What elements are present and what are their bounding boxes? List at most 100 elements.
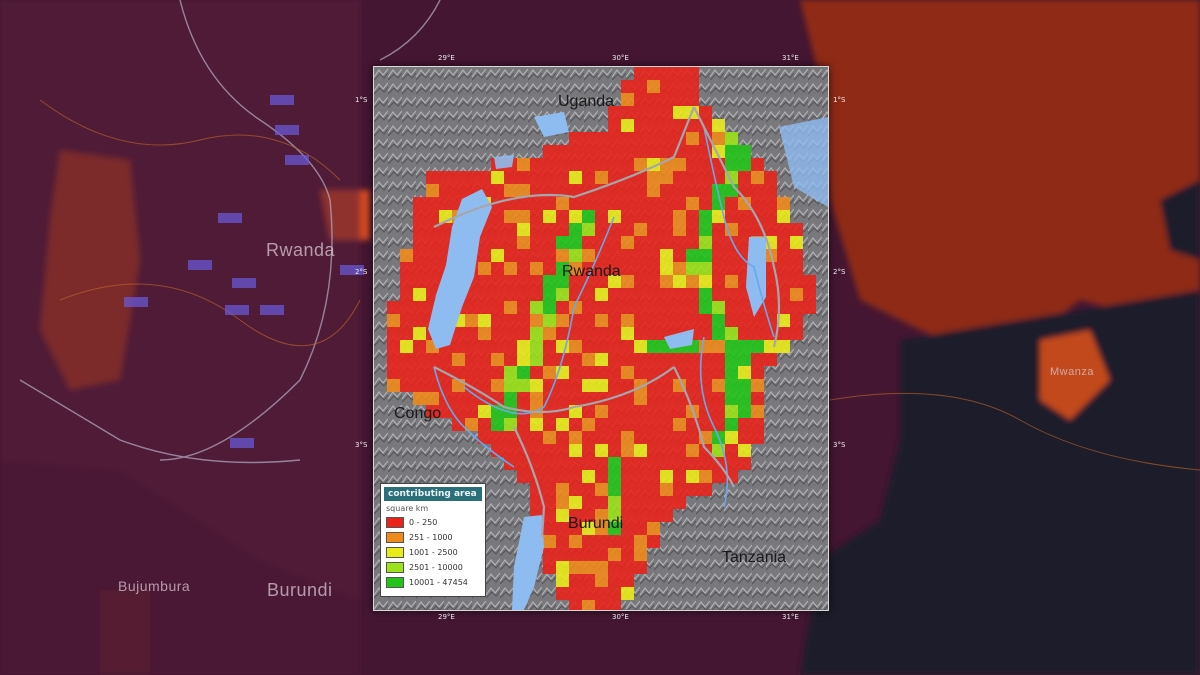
grid-cell: [543, 314, 556, 327]
grid-cell: [556, 301, 569, 314]
grid-cell: [699, 184, 712, 197]
grid-cell: [608, 340, 621, 353]
legend-item: 251 - 1000: [381, 530, 485, 545]
grid-cell: [647, 80, 660, 93]
grid-cell: [699, 210, 712, 223]
grid-cell: [543, 561, 556, 574]
grid-cell: [400, 314, 413, 327]
grid-cell: [647, 145, 660, 158]
grid-cell: [647, 483, 660, 496]
grid-cell: [543, 470, 556, 483]
grid-cell: [556, 496, 569, 509]
legend-item: 1001 - 2500: [381, 545, 485, 560]
country-label-tanzania: Tanzania: [722, 549, 787, 566]
grid-cell: [413, 197, 426, 210]
grid-cell: [647, 327, 660, 340]
grid-cell: [751, 197, 764, 210]
grid-cell: [543, 444, 556, 457]
grid-cell: [621, 262, 634, 275]
grid-cell: [634, 262, 647, 275]
grid-cell: [465, 301, 478, 314]
grid-cell: [686, 470, 699, 483]
grid-cell: [647, 431, 660, 444]
grid-cell: [621, 132, 634, 145]
grid-cell: [725, 288, 738, 301]
grid-cell: [699, 106, 712, 119]
grid-cell: [595, 340, 608, 353]
grid-cell: [608, 574, 621, 587]
grid-cell: [517, 340, 530, 353]
grid-cell: [634, 67, 647, 80]
grid-cell: [569, 431, 582, 444]
grid-cell: [634, 275, 647, 288]
grid-cell: [595, 470, 608, 483]
grid-cell: [504, 366, 517, 379]
grid-cell: [595, 223, 608, 236]
grid-cell: [582, 132, 595, 145]
grid-cell: [751, 314, 764, 327]
grid-cell: [582, 158, 595, 171]
grid-cell: [556, 158, 569, 171]
grid-cell: [608, 197, 621, 210]
grid-cell: [504, 457, 517, 470]
grid-cell: [647, 119, 660, 132]
grid-cell: [712, 223, 725, 236]
grid-cell: [426, 210, 439, 223]
grid-cell: [543, 483, 556, 496]
grid-cell: [582, 444, 595, 457]
grid-cell: [621, 574, 634, 587]
grid-cell: [595, 132, 608, 145]
grid-cell: [634, 483, 647, 496]
grid-cell: [543, 431, 556, 444]
grid-cell: [595, 496, 608, 509]
grid-cell: [530, 275, 543, 288]
grid-cell: [660, 457, 673, 470]
grid-cell: [556, 223, 569, 236]
grid-cell: [621, 301, 634, 314]
grid-cell: [699, 275, 712, 288]
grid-cell: [660, 119, 673, 132]
grid-cell: [634, 561, 647, 574]
grid-cell: [621, 470, 634, 483]
grid-cell: [673, 496, 686, 509]
grid-cell: [426, 353, 439, 366]
grid-cell: [660, 470, 673, 483]
grid-cell: [465, 340, 478, 353]
right-tick-2s: 2°S: [833, 268, 846, 276]
grid-cell: [621, 457, 634, 470]
grid-cell: [569, 574, 582, 587]
legend-item: 0 - 250: [381, 515, 485, 530]
grid-cell: [595, 548, 608, 561]
grid-cell: [686, 223, 699, 236]
grid-cell: [764, 184, 777, 197]
grid-cell: [569, 379, 582, 392]
grid-cell: [556, 470, 569, 483]
grid-cell: [790, 288, 803, 301]
grid-cell: [517, 470, 530, 483]
grid-cell: [712, 418, 725, 431]
grid-cell: [621, 184, 634, 197]
grid-cell: [634, 80, 647, 93]
grid-cell: [738, 314, 751, 327]
grid-cell: [595, 249, 608, 262]
country-label-uganda: Uganda: [558, 93, 615, 110]
grid-cell: [491, 340, 504, 353]
grid-cell: [621, 106, 634, 119]
grid-cell: [517, 327, 530, 340]
left-tick-1s: 1°S: [355, 96, 368, 104]
grid-cell: [699, 457, 712, 470]
bottom-tick-29e: 29°E: [438, 613, 455, 621]
grid-cell: [452, 184, 465, 197]
grid-cell: [608, 210, 621, 223]
grid-cell: [413, 379, 426, 392]
grid-cell: [686, 132, 699, 145]
grid-cell: [543, 340, 556, 353]
grid-cell: [517, 353, 530, 366]
bg-label-bujumbura: Bujumbura: [118, 578, 191, 594]
grid-cell: [634, 236, 647, 249]
grid-cell: [491, 262, 504, 275]
grid-cell: [634, 418, 647, 431]
grid-cell: [712, 119, 725, 132]
grid-cell: [699, 288, 712, 301]
grid-cell: [595, 535, 608, 548]
